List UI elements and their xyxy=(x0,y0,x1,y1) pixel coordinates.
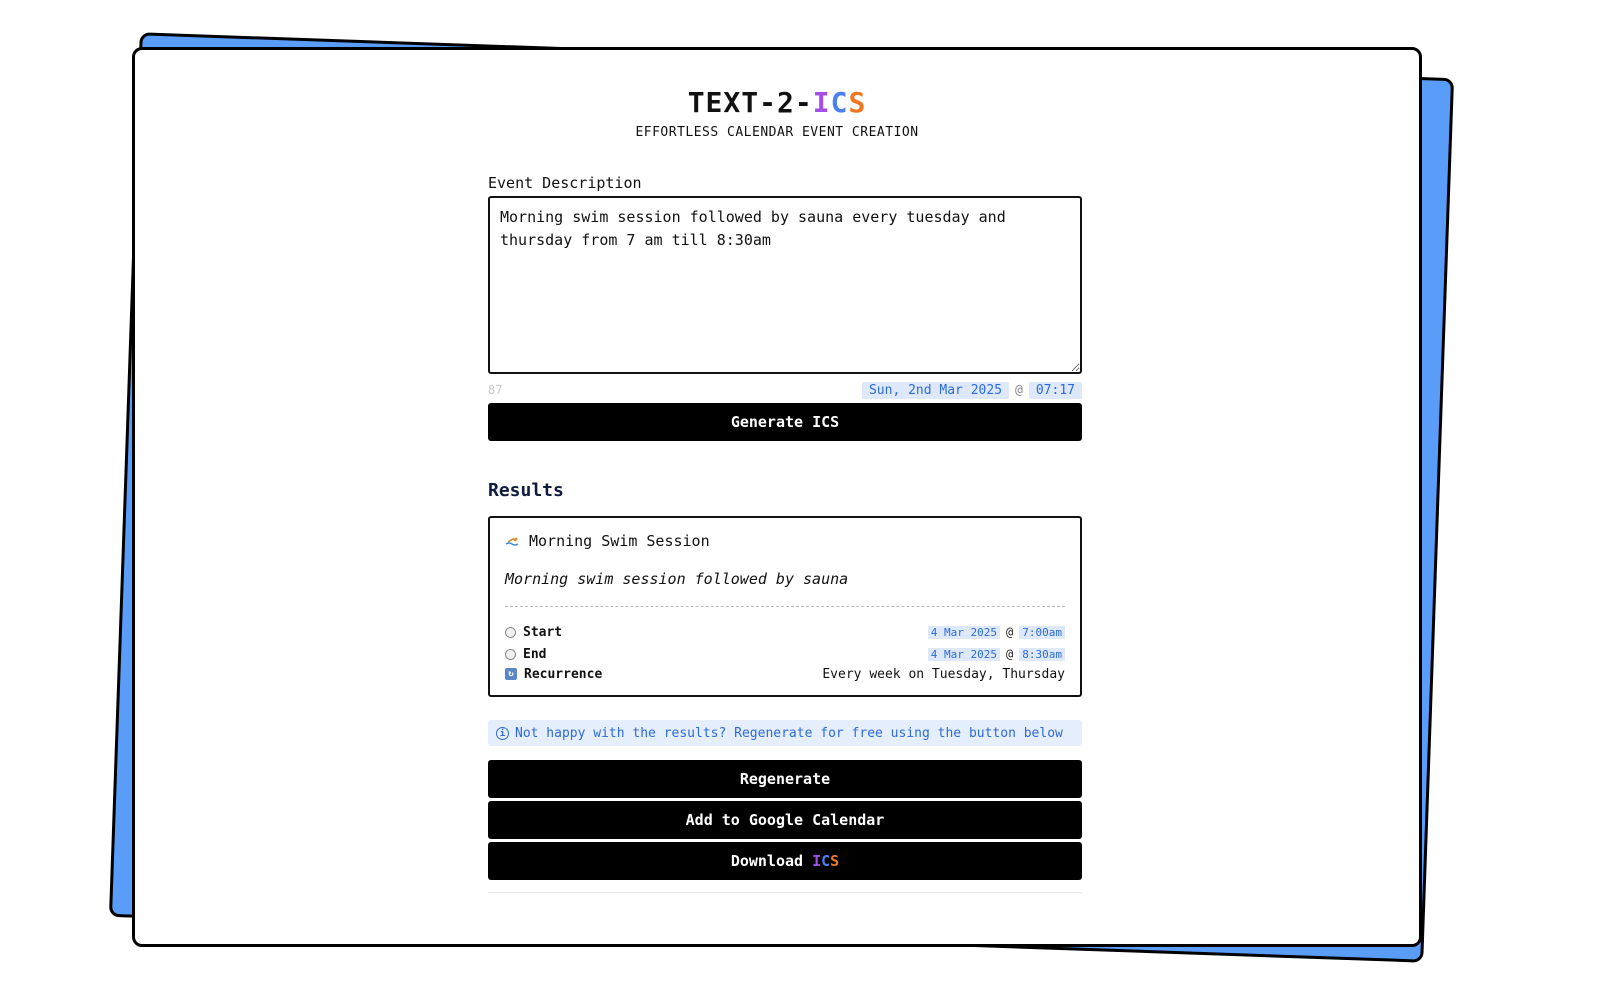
recurrence-row: ↻ Recurrence Every week on Tuesday, Thur… xyxy=(505,665,1065,683)
event-form: Event Description 87 Sun, 2nd Mar 2025 @… xyxy=(488,174,1082,400)
event-description-label: Event Description xyxy=(488,174,642,192)
results-heading: Results xyxy=(488,480,564,501)
end-row: End 4 Mar 2025 @ 8:30am xyxy=(505,643,1065,665)
end-label: End xyxy=(523,646,547,662)
app-title-s: S xyxy=(848,86,867,119)
result-card: Morning Swim Session Morning swim sessio… xyxy=(488,516,1082,697)
event-title: Morning Swim Session xyxy=(529,532,710,550)
end-date: 4 Mar 2025 xyxy=(927,647,1001,661)
app-title: TEXT-2-ICS xyxy=(135,86,1419,119)
start-value: 4 Mar 2025 @ 7:00am xyxy=(927,625,1065,639)
clock-icon xyxy=(505,626,516,638)
brand-header: TEXT-2-ICS EFFORTLESS CALENDAR EVENT CRE… xyxy=(135,86,1419,140)
app-title-i: I xyxy=(812,86,831,119)
event-description: Morning swim session followed by sauna xyxy=(505,570,849,588)
generate-ics-button[interactable]: Generate ICS xyxy=(488,403,1082,441)
recurrence-label-group: ↻ Recurrence xyxy=(505,667,602,682)
bottom-divider xyxy=(488,892,1082,893)
bottom-divider-wrapper xyxy=(488,892,1082,893)
app-card: TEXT-2-ICS EFFORTLESS CALENDAR EVENT CRE… xyxy=(132,47,1422,947)
generate-wrapper: Generate ICS xyxy=(488,403,1082,441)
download-wrapper: Download ICS xyxy=(488,842,1082,880)
recurrence-label: Recurrence xyxy=(524,666,603,682)
start-label: Start xyxy=(523,624,563,640)
start-time: 7:00am xyxy=(1019,625,1065,639)
download-ics-button[interactable]: Download ICS xyxy=(488,842,1082,880)
result-divider xyxy=(505,606,1065,607)
end-value: 4 Mar 2025 @ 8:30am xyxy=(927,647,1065,661)
end-time: 8:30am xyxy=(1019,647,1065,661)
info-icon: i xyxy=(496,726,509,740)
reference-time-chip[interactable]: 07:17 xyxy=(1028,381,1082,399)
reference-date-chip[interactable]: Sun, 2nd Mar 2025 xyxy=(861,381,1010,399)
start-date: 4 Mar 2025 xyxy=(927,625,1001,639)
regenerate-button[interactable]: Regenerate xyxy=(488,760,1082,798)
app-subtitle: EFFORTLESS CALENDAR EVENT CREATION xyxy=(635,125,919,140)
download-label: Download xyxy=(730,852,813,870)
start-row: Start 4 Mar 2025 @ 7:00am xyxy=(505,621,1065,643)
at-symbol: @ xyxy=(1015,382,1023,398)
app-title-prefix: TEXT-2- xyxy=(687,86,813,119)
clock-icon xyxy=(505,648,516,660)
start-at: @ xyxy=(1006,625,1014,639)
end-label-group: End xyxy=(505,647,546,662)
results-section: Morning Swim Session Morning swim sessio… xyxy=(488,516,1082,697)
app-title-c: C xyxy=(830,86,849,119)
google-wrapper: Add to Google Calendar xyxy=(488,801,1082,839)
add-to-google-calendar-button[interactable]: Add to Google Calendar xyxy=(488,801,1082,839)
regenerate-notice: i Not happy with the results? Regenerate… xyxy=(488,720,1082,746)
download-ics-s: S xyxy=(830,852,840,870)
regenerate-wrapper: Regenerate xyxy=(488,760,1082,798)
notice-wrapper: i Not happy with the results? Regenerate… xyxy=(488,720,1082,746)
results-heading-wrapper: Results xyxy=(488,480,1082,501)
event-description-input[interactable] xyxy=(488,196,1082,374)
end-at: @ xyxy=(1006,647,1014,661)
repeat-icon: ↻ xyxy=(505,668,517,680)
start-label-group: Start xyxy=(505,625,562,640)
char-count: 87 xyxy=(488,383,503,397)
notice-text: Not happy with the results? Regenerate f… xyxy=(515,725,1063,741)
input-meta: 87 Sun, 2nd Mar 2025 @ 07:17 xyxy=(488,380,1082,400)
download-ics-c: C xyxy=(821,852,831,870)
reference-datetime: Sun, 2nd Mar 2025 @ 07:17 xyxy=(861,381,1082,399)
recurrence-value: Every week on Tuesday, Thursday xyxy=(822,666,1065,682)
event-title-row: Morning Swim Session xyxy=(505,532,1065,550)
swimmer-icon xyxy=(505,533,521,549)
download-ics-i: I xyxy=(812,852,822,870)
